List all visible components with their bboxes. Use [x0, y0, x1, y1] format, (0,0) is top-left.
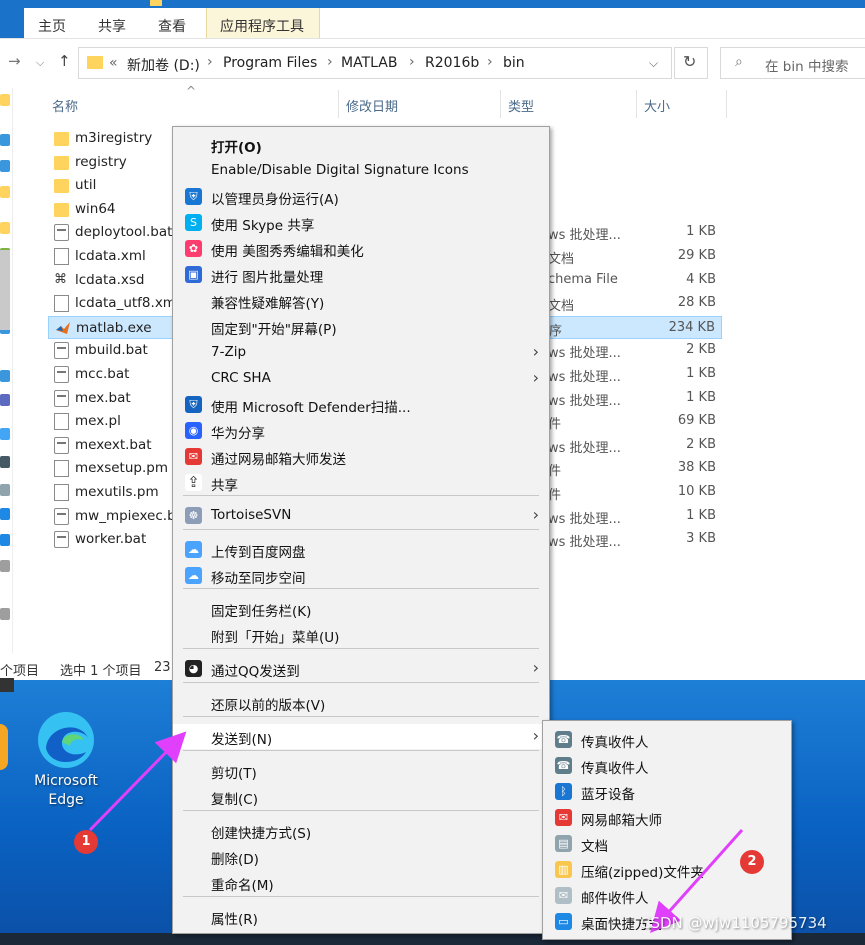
annotation-arrows — [88, 731, 744, 933]
annotation-badge-2: 2 — [740, 850, 764, 874]
annotation-arrow-2 — [650, 829, 744, 933]
watermark: CSDN @wjw1105795734 — [640, 914, 827, 932]
annotation-arrow-1 — [88, 731, 187, 832]
annotation-badge-1: 1 — [74, 830, 98, 854]
